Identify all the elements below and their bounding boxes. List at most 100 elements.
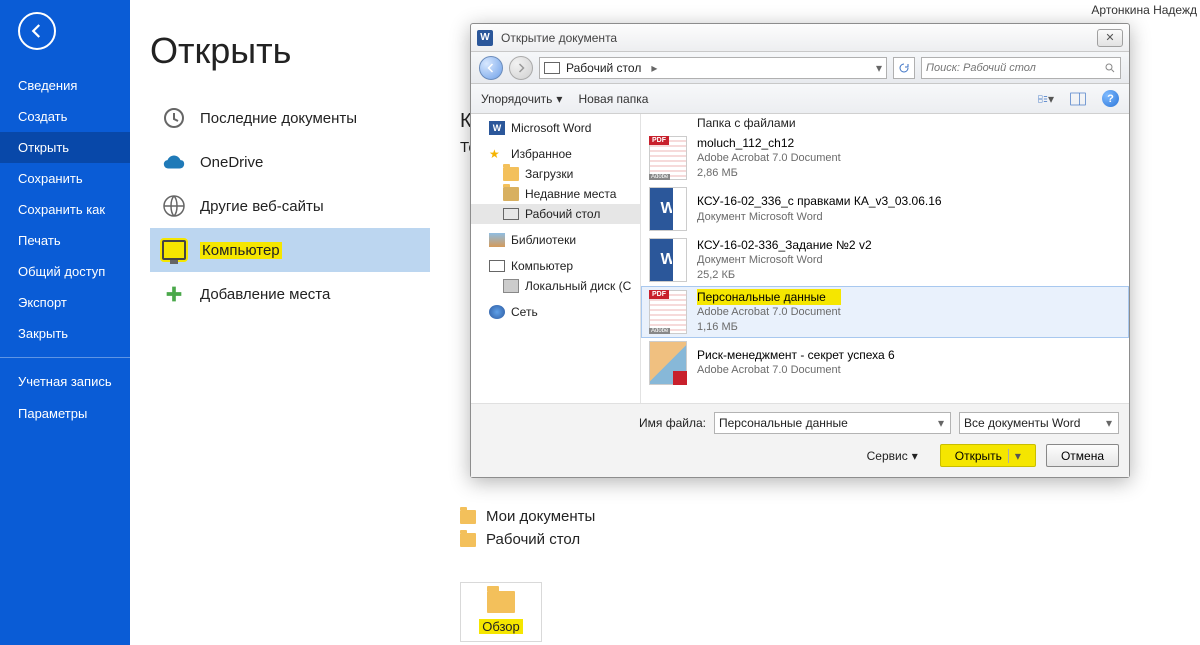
tree-recent[interactable]: Недавние места — [471, 184, 640, 204]
tree-desktop[interactable]: Рабочий стол — [471, 204, 640, 224]
nav-saveas[interactable]: Сохранить как — [0, 194, 130, 225]
nav-new[interactable]: Создать — [0, 101, 130, 132]
dialog-footer: Имя файла: Персональные данные ▾ Все док… — [471, 403, 1129, 477]
browse-button[interactable]: Обзор — [460, 582, 542, 642]
loc-computer[interactable]: Компьютер — [150, 228, 430, 272]
nav-account[interactable]: Учетная запись — [0, 366, 130, 398]
nav-options[interactable]: Параметры — [0, 398, 130, 429]
search-input[interactable] — [926, 62, 1104, 74]
nav-print[interactable]: Печать — [0, 225, 130, 256]
folder-open-icon — [487, 591, 515, 613]
loc-onedrive-label: OneDrive — [200, 154, 263, 171]
preview-pane-button[interactable] — [1070, 91, 1086, 107]
file-row-folder-sub: Папка с файлами — [641, 114, 1129, 132]
desktop-icon — [503, 208, 519, 220]
nav-divider — [0, 357, 130, 358]
nav-open[interactable]: Открыть — [0, 132, 130, 163]
cloud-icon — [162, 150, 186, 174]
tree-downloads[interactable]: Загрузки — [471, 164, 640, 184]
word-icon: W — [489, 121, 505, 135]
help-button[interactable]: ? — [1102, 90, 1119, 107]
clock-icon — [162, 106, 186, 130]
loc-recent[interactable]: Последние документы — [150, 96, 430, 140]
filename-label: Имя файла: — [639, 416, 706, 430]
chevron-right-icon: ▸ — [647, 61, 661, 75]
page-title: Открыть — [150, 30, 430, 72]
nav-info[interactable]: Сведения — [0, 70, 130, 101]
file-list: Папка с файлами PDFAdobe moluch_112_ch12… — [641, 114, 1129, 403]
file-row-img-1[interactable]: Риск-менеджмент - секрет успеха 6 Adobe … — [641, 338, 1129, 388]
nav-save[interactable]: Сохранить — [0, 163, 130, 194]
dialog-body: W Microsoft Word ★ Избранное Загрузки Не… — [471, 114, 1129, 403]
filename-value: Персональные данные — [719, 416, 848, 430]
computer-icon — [489, 260, 505, 272]
file-row-word-2[interactable]: W КСУ-16-02-336_Задание №2 v2 Документ M… — [641, 234, 1129, 286]
loc-recent-label: Последние документы — [200, 110, 357, 127]
folder-desktop-label: Рабочий стол — [486, 531, 580, 548]
tree-libraries[interactable]: Библиотеки — [471, 230, 640, 250]
dialog-title: Открытие документа — [501, 31, 1097, 45]
dialog-toolbar: Упорядочить ▾ Новая папка ▾ ? — [471, 84, 1129, 114]
search-box[interactable] — [921, 57, 1121, 79]
filetype-combo[interactable]: Все документы Word ▾ — [959, 412, 1119, 434]
backstage-sidebar: Сведения Создать Открыть Сохранить Сохра… — [0, 0, 130, 645]
nav-share[interactable]: Общий доступ — [0, 256, 130, 287]
tree-network[interactable]: Сеть — [471, 302, 640, 322]
loc-addplace[interactable]: Добавление места — [150, 272, 430, 316]
dialog-titlebar: W Открытие документа ✕ — [471, 24, 1129, 52]
back-button[interactable] — [18, 12, 56, 50]
chevron-down-icon: ▾ — [912, 449, 918, 463]
star-icon: ★ — [489, 147, 505, 161]
file-row-pdf-1[interactable]: PDFAdobe moluch_112_ch12 Adobe Acrobat 7… — [641, 132, 1129, 184]
word-app-icon: W — [477, 30, 493, 46]
chevron-down-icon[interactable]: ▾ — [1104, 416, 1114, 430]
chevron-down-icon[interactable]: ▾ — [876, 61, 882, 75]
filename-combo[interactable]: Персональные данные ▾ — [714, 412, 951, 434]
folder-icon — [460, 533, 476, 547]
pdf-icon: PDFAdobe — [649, 290, 687, 334]
folder-icon — [460, 510, 476, 524]
breadcrumb[interactable]: Рабочий стол ▸ ▾ — [539, 57, 887, 79]
monitor-icon — [162, 238, 186, 262]
new-folder-button[interactable]: Новая папка — [578, 92, 648, 106]
nav-back-button[interactable] — [479, 56, 503, 80]
desktop-icon — [544, 62, 560, 74]
tree-computer[interactable]: Компьютер — [471, 256, 640, 276]
filetype-value: Все документы Word — [964, 416, 1080, 430]
chevron-down-icon[interactable]: ▾ — [936, 416, 946, 430]
folder-icon — [503, 187, 519, 201]
folder-mydocs[interactable]: Мои документы — [460, 508, 595, 525]
tree-favorites[interactable]: ★ Избранное — [471, 144, 640, 164]
search-icon — [1104, 62, 1116, 74]
author-label: Артонкина Надежд — [1091, 3, 1197, 17]
nav-export[interactable]: Экспорт — [0, 287, 130, 318]
tree-localdisk[interactable]: Локальный диск (C — [471, 276, 640, 296]
nav-close[interactable]: Закрыть — [0, 318, 130, 349]
refresh-button[interactable] — [893, 57, 915, 79]
word-doc-icon: W — [649, 187, 687, 231]
nav-tree: W Microsoft Word ★ Избранное Загрузки Не… — [471, 114, 641, 403]
open-button[interactable]: Открыть▾ — [940, 444, 1036, 467]
network-icon — [489, 305, 505, 319]
view-options-button[interactable]: ▾ — [1038, 91, 1054, 107]
tools-menu[interactable]: Сервис ▾ — [867, 449, 918, 463]
chevron-down-icon: ▾ — [556, 92, 562, 106]
file-row-pdf-selected[interactable]: PDFAdobe Персональные данные Adobe Acrob… — [641, 286, 1129, 338]
libraries-icon — [489, 233, 505, 247]
folder-desktop[interactable]: Рабочий стол — [460, 531, 595, 548]
pdf-icon: PDFAdobe — [649, 136, 687, 180]
folder-mydocs-label: Мои документы — [486, 508, 595, 525]
chevron-down-icon[interactable]: ▾ — [1008, 449, 1021, 463]
image-pdf-icon — [649, 341, 687, 385]
nav-forward-button[interactable] — [509, 56, 533, 80]
tree-word[interactable]: W Microsoft Word — [471, 118, 640, 138]
loc-othersites-label: Другие веб-сайты — [200, 198, 324, 215]
close-button[interactable]: ✕ — [1097, 29, 1123, 47]
organize-menu[interactable]: Упорядочить ▾ — [481, 92, 562, 106]
loc-othersites[interactable]: Другие веб-сайты — [150, 184, 430, 228]
loc-onedrive[interactable]: OneDrive — [150, 140, 430, 184]
browse-label: Обзор — [479, 619, 523, 634]
loc-addplace-label: Добавление места — [200, 286, 330, 303]
cancel-button[interactable]: Отмена — [1046, 444, 1119, 467]
file-row-word-1[interactable]: W КСУ-16-02_336_с правками КА_v3_03.06.1… — [641, 184, 1129, 234]
